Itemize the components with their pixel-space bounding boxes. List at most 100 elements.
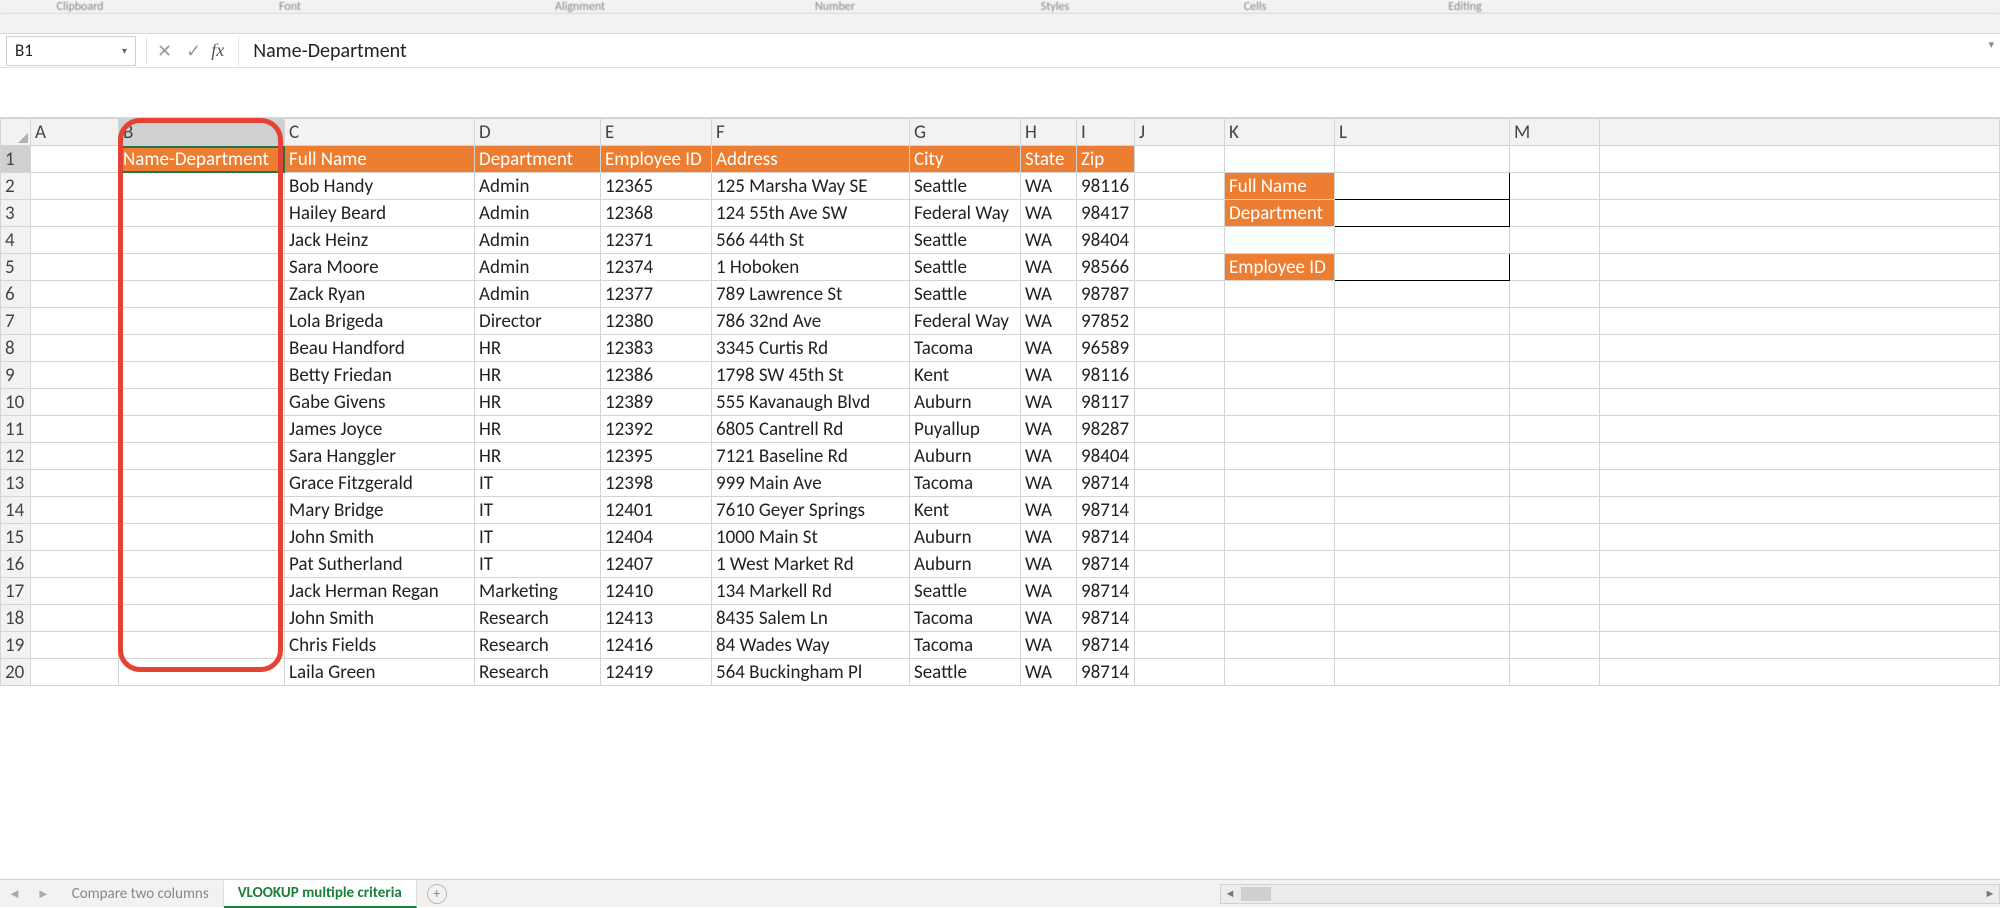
cell-H12[interactable]: WA [1021, 443, 1077, 470]
row-header-10[interactable]: 10 [1, 389, 31, 416]
row-header-11[interactable]: 11 [1, 416, 31, 443]
formula-bar-input[interactable]: Name-Department [238, 36, 2000, 66]
cell-G11[interactable]: Puyallup [910, 416, 1021, 443]
cell-F5[interactable]: 1 Hoboken [712, 254, 910, 281]
cell-A2[interactable] [31, 173, 119, 200]
cell-H15[interactable]: WA [1021, 524, 1077, 551]
cell-A14[interactable] [31, 497, 119, 524]
cell-E10[interactable]: 12389 [601, 389, 712, 416]
cell-G6[interactable]: Seattle [910, 281, 1021, 308]
cell-G4[interactable]: Seattle [910, 227, 1021, 254]
cell-H11[interactable]: WA [1021, 416, 1077, 443]
lookup-department-label[interactable]: Department [1225, 200, 1335, 227]
col-header-I[interactable]: I [1077, 119, 1135, 146]
cell-D11[interactable]: HR [475, 416, 601, 443]
cell-J14[interactable] [1135, 497, 1225, 524]
row-header-6[interactable]: 6 [1, 281, 31, 308]
cell-H4[interactable]: WA [1021, 227, 1077, 254]
cell-I17[interactable]: 98714 [1077, 578, 1135, 605]
cell-M17[interactable] [1510, 578, 1600, 605]
lookup-department-value[interactable] [1335, 200, 1510, 227]
row-header-5[interactable]: 5 [1, 254, 31, 281]
cell-K14[interactable] [1225, 497, 1335, 524]
formula-bar-expand-icon[interactable]: ▾ [1988, 38, 1994, 51]
cell-C19[interactable]: Chris Fields [285, 632, 475, 659]
cell-M3[interactable] [1510, 200, 1600, 227]
cell-E15[interactable]: 12404 [601, 524, 712, 551]
cell-E4[interactable]: 12371 [601, 227, 712, 254]
sheet-nav-prev-icon[interactable]: ◄ [0, 886, 29, 902]
cell-D8[interactable]: HR [475, 335, 601, 362]
cell-L6[interactable] [1335, 281, 1510, 308]
cell-A20[interactable] [31, 659, 119, 686]
cell-C18[interactable]: John Smith [285, 605, 475, 632]
lookup-employeeid-value[interactable] [1335, 254, 1510, 281]
cell-pad16[interactable] [1600, 551, 2000, 578]
row-header-1[interactable]: 1 [1, 146, 31, 173]
cell-C12[interactable]: Sara Hanggler [285, 443, 475, 470]
cell-pad18[interactable] [1600, 605, 2000, 632]
row-header-12[interactable]: 12 [1, 443, 31, 470]
cell-D13[interactable]: IT [475, 470, 601, 497]
cell-B11[interactable] [119, 416, 285, 443]
cell-C8[interactable]: Beau Handford [285, 335, 475, 362]
col-header-K[interactable]: K [1225, 119, 1335, 146]
cell-D6[interactable]: Admin [475, 281, 601, 308]
cell-G16[interactable]: Auburn [910, 551, 1021, 578]
cell-L12[interactable] [1335, 443, 1510, 470]
cell-C15[interactable]: John Smith [285, 524, 475, 551]
cell-I6[interactable]: 98787 [1077, 281, 1135, 308]
cell-C9[interactable]: Betty Friedan [285, 362, 475, 389]
cell-A4[interactable] [31, 227, 119, 254]
cell-F9[interactable]: 1798 SW 45th St [712, 362, 910, 389]
cell-E6[interactable]: 12377 [601, 281, 712, 308]
cell-A5[interactable] [31, 254, 119, 281]
hscroll-thumb[interactable] [1241, 887, 1271, 901]
cell-A6[interactable] [31, 281, 119, 308]
cell-M19[interactable] [1510, 632, 1600, 659]
col-header-J[interactable]: J [1135, 119, 1225, 146]
cell-E14[interactable]: 12401 [601, 497, 712, 524]
cell-D5[interactable]: Admin [475, 254, 601, 281]
cell-J13[interactable] [1135, 470, 1225, 497]
cell-F6[interactable]: 789 Lawrence St [712, 281, 910, 308]
cell-D19[interactable]: Research [475, 632, 601, 659]
col-header-M[interactable]: M [1510, 119, 1600, 146]
row-header-8[interactable]: 8 [1, 335, 31, 362]
cell-D16[interactable]: IT [475, 551, 601, 578]
cell-E13[interactable]: 12398 [601, 470, 712, 497]
cell-G10[interactable]: Auburn [910, 389, 1021, 416]
worksheet-grid[interactable]: A B C D E F G H I J K L M 1 Name-Departm… [0, 118, 2000, 879]
cell-B6[interactable] [119, 281, 285, 308]
cell-A13[interactable] [31, 470, 119, 497]
cell-L10[interactable] [1335, 389, 1510, 416]
cell-C3[interactable]: Hailey Beard [285, 200, 475, 227]
cell-G13[interactable]: Tacoma [910, 470, 1021, 497]
cell-D17[interactable]: Marketing [475, 578, 601, 605]
cell-I19[interactable]: 98714 [1077, 632, 1135, 659]
cell-I12[interactable]: 98404 [1077, 443, 1135, 470]
cell-C13[interactable]: Grace Fitzgerald [285, 470, 475, 497]
cell-E12[interactable]: 12395 [601, 443, 712, 470]
cell-C17[interactable]: Jack Herman Regan [285, 578, 475, 605]
cell-K12[interactable] [1225, 443, 1335, 470]
cell-K16[interactable] [1225, 551, 1335, 578]
cell-K7[interactable] [1225, 308, 1335, 335]
cell-G19[interactable]: Tacoma [910, 632, 1021, 659]
cell-H16[interactable]: WA [1021, 551, 1077, 578]
cell-A11[interactable] [31, 416, 119, 443]
sheet-tab-vlookup[interactable]: VLOOKUP multiple criteria [224, 880, 417, 908]
cell-F19[interactable]: 84 Wades Way [712, 632, 910, 659]
cell-H3[interactable]: WA [1021, 200, 1077, 227]
col-header-E[interactable]: E [601, 119, 712, 146]
cell-K19[interactable] [1225, 632, 1335, 659]
row-header-7[interactable]: 7 [1, 308, 31, 335]
cell-G17[interactable]: Seattle [910, 578, 1021, 605]
cell-B5[interactable] [119, 254, 285, 281]
cell-pad4[interactable] [1600, 227, 2000, 254]
cell-L9[interactable] [1335, 362, 1510, 389]
hscroll-left-icon[interactable]: ◄ [1221, 887, 1239, 900]
cell-E16[interactable]: 12407 [601, 551, 712, 578]
cell-G5[interactable]: Seattle [910, 254, 1021, 281]
row-header-18[interactable]: 18 [1, 605, 31, 632]
